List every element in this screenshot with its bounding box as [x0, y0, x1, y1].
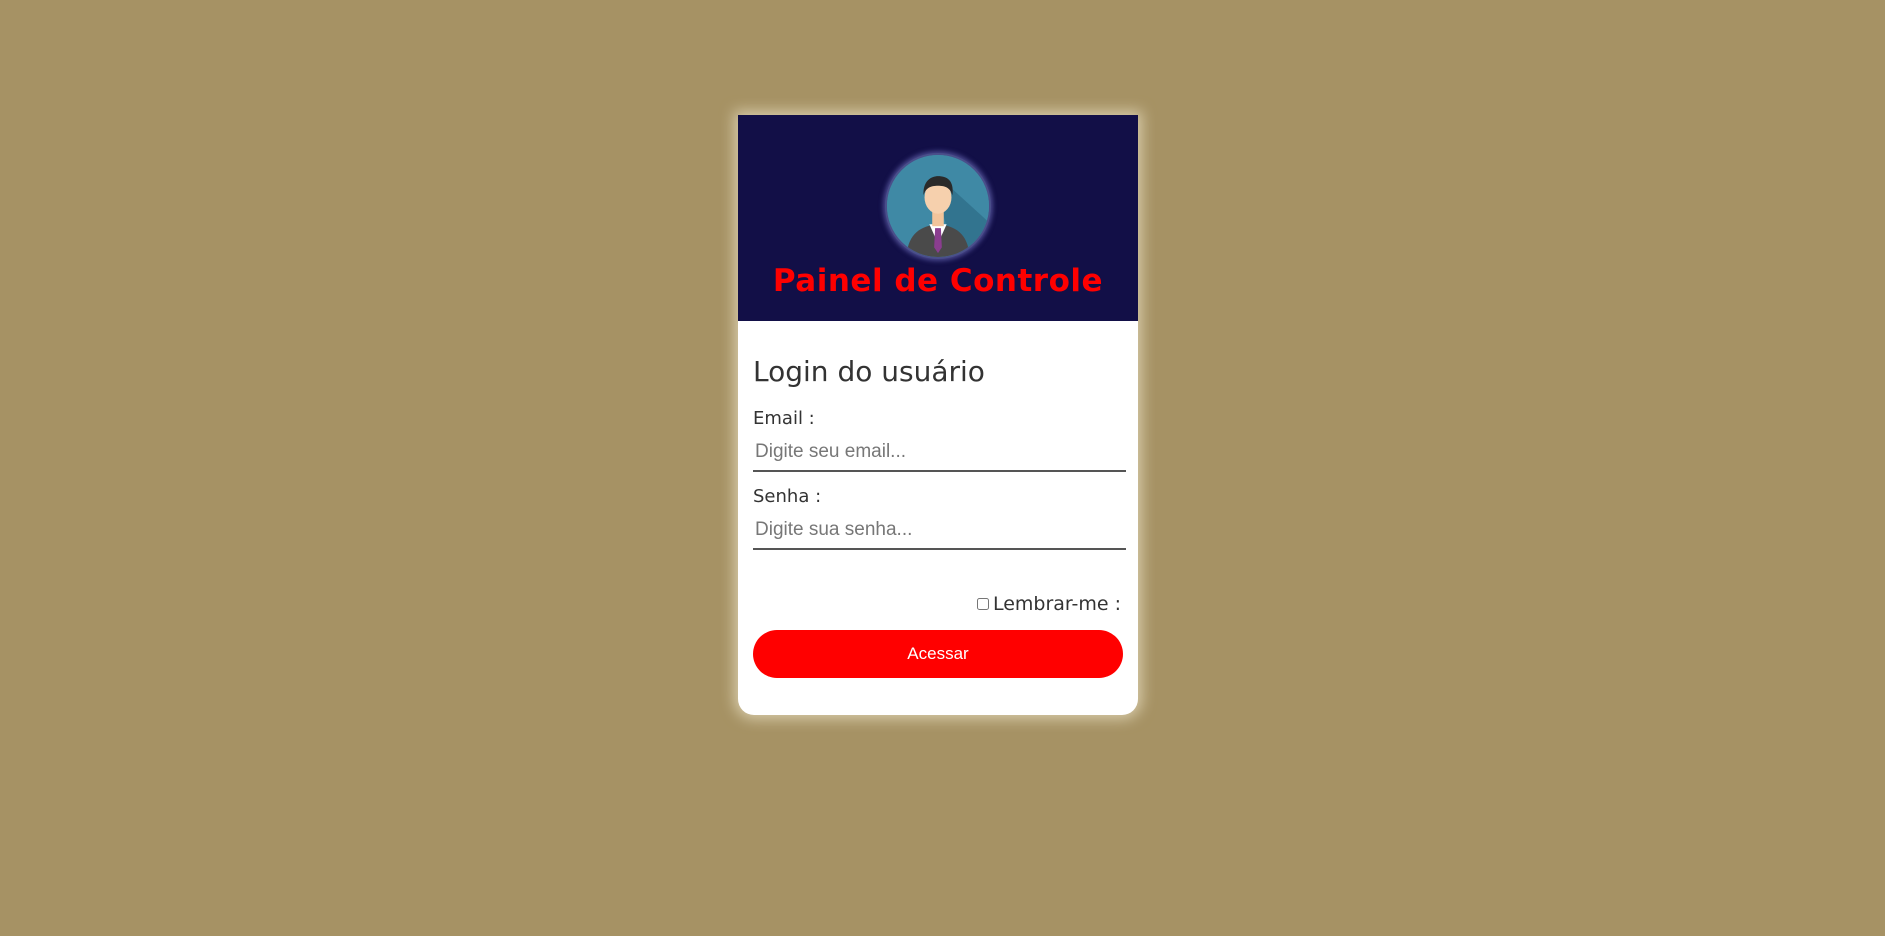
form-heading: Login do usuário: [753, 355, 985, 388]
login-form: Login do usuário Email : Senha : Lembrar…: [738, 321, 1138, 678]
remember-me-row: Lembrar-me :: [753, 592, 1123, 616]
login-submit-button[interactable]: Acessar: [753, 630, 1123, 678]
email-label: Email :: [753, 408, 815, 429]
email-field[interactable]: [753, 434, 1126, 472]
user-avatar-icon: [885, 153, 991, 259]
password-field[interactable]: [753, 512, 1126, 550]
remember-me-label: Lembrar-me :: [992, 593, 1121, 615]
login-card: Painel de Controle Login do usuário Emai…: [738, 115, 1138, 715]
card-header: Painel de Controle: [738, 115, 1138, 321]
avatar-illustration: [887, 155, 989, 257]
remember-me-checkbox[interactable]: [976, 598, 989, 610]
page-title: Painel de Controle: [772, 263, 1104, 299]
password-label: Senha :: [753, 486, 822, 507]
